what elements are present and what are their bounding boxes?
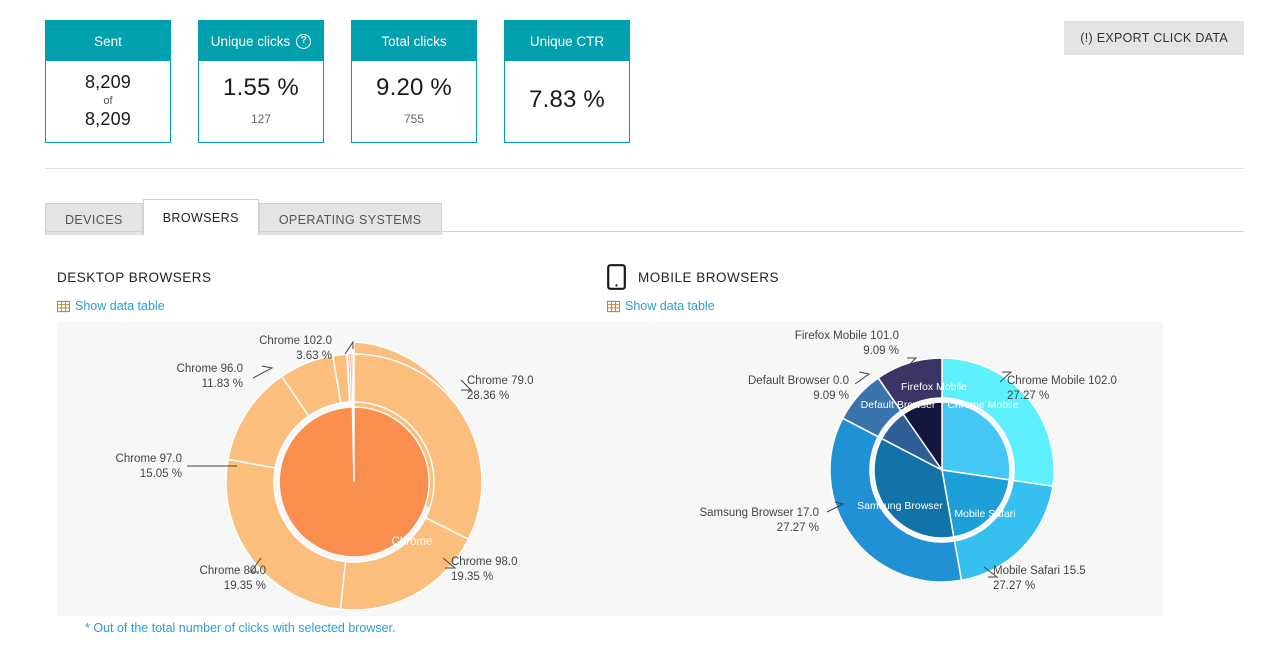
chart-footnote: * Out of the total number of clicks with… — [85, 621, 396, 635]
kpi-total-sent: 8,209 — [84, 108, 132, 129]
annot-value-chrome-79: 28.36 % — [467, 390, 509, 402]
desktop-donut: Chrome Chrome 102.0 3.63 % Chrome 96.0 1… — [116, 335, 533, 611]
kpi-body-total-clicks: 9.20 % 755 — [352, 61, 476, 142]
kpi-sub-unique-clicks: 127 — [250, 111, 272, 126]
kpi-header-total-clicks: Total clicks — [352, 21, 476, 61]
kpi-sub-total-clicks: 755 — [403, 111, 425, 126]
annot-value-mobile-safari-155: 27.27 % — [993, 580, 1035, 592]
annot-label-chrome-97: Chrome 97.0 — [116, 453, 182, 465]
annot-label-chrome-mobile-102: Chrome Mobile 102.0 — [1007, 375, 1117, 387]
desktop-section-title: DESKTOP BROWSERS — [57, 269, 212, 285]
kpi-value-sent: 8,209 — [84, 72, 132, 92]
tab-browsers[interactable]: BROWSERS — [142, 199, 259, 235]
kpi-value-unique-clicks: 1.55 % — [223, 73, 299, 101]
desktop-browsers-chart-panel: Chrome Chrome 102.0 3.63 % Chrome 96.0 1… — [57, 322, 627, 616]
annot-value-chrome-102: 3.63 % — [296, 350, 332, 362]
inner-label-default-browser: Default Browser — [861, 399, 936, 411]
kpi-body-unique-ctr: 7.83 % — [505, 61, 629, 142]
desktop-section-header: DESKTOP BROWSERS — [57, 264, 627, 290]
help-icon[interactable]: ? — [296, 33, 312, 49]
kpi-card-total-clicks: Total clicks 9.20 % 755 — [351, 20, 477, 144]
desktop-inner-ring-slices — [278, 406, 430, 558]
kpi-card-sent: Sent 8,209 of 8,209 — [45, 20, 171, 144]
annot-label-chrome-96: Chrome 96.0 — [177, 363, 243, 375]
kpi-label-sent: Sent — [94, 33, 122, 49]
mobile-browsers-donut-chart: Chrome Mobile Mobile Safari Samsung Brow… — [699, 330, 1117, 592]
inner-slice-chrome[interactable] — [278, 406, 430, 558]
kpi-body-unique-clicks: 1.55 % 127 — [199, 61, 323, 142]
annot-value-chrome-mobile-102: 27.27 % — [1007, 390, 1049, 402]
annot-value-chrome-96: 11.83 % — [202, 378, 243, 390]
kpi-card-unique-clicks: Unique clicks ? 1.55 % 127 — [198, 20, 324, 144]
annot-value-chrome-98: 19.35 % — [451, 571, 493, 583]
inner-label-chrome: Chrome — [392, 536, 433, 548]
kpi-value-unique-ctr: 7.83 % — [529, 85, 605, 113]
click-analytics-page: Sent 8,209 of 8,209 Unique clicks ? 1.55… — [0, 0, 1268, 654]
kpi-card-row: Sent 8,209 of 8,209 Unique clicks ? 1.55… — [45, 20, 630, 144]
annot-label-samsung-browser-17: Samsung Browser 17.0 — [699, 507, 819, 519]
kpi-header-unique-clicks: Unique clicks ? — [199, 21, 323, 61]
annot-value-firefox-mobile-101: 9.09 % — [863, 345, 899, 357]
desktop-show-data-table-label[interactable]: Show data table — [75, 299, 165, 313]
kpi-body-sent: 8,209 of 8,209 — [46, 61, 170, 142]
mobile-section-header: MOBILE BROWSERS — [607, 264, 1207, 290]
kpi-value-total-clicks: 9.20 % — [376, 73, 452, 101]
kpi-header-unique-ctr: Unique CTR — [505, 21, 629, 61]
annot-value-samsung-browser-17: 27.27 % — [777, 522, 819, 534]
kpi-header-sent: Sent — [46, 21, 170, 61]
annot-label-chrome-98: Chrome 98.0 — [451, 556, 517, 568]
annot-label-chrome-80: Chrome 80.0 — [200, 565, 266, 577]
table-grid-icon — [607, 300, 620, 312]
mobile-browsers-section: MOBILE BROWSERS Show data table Chrome M… — [607, 264, 1207, 616]
header-divider — [45, 168, 1244, 169]
annot-value-chrome-80: 19.35 % — [224, 580, 266, 592]
inner-label-firefox-mobile: Firefox Mobile — [901, 381, 967, 393]
mobile-show-data-table[interactable]: Show data table — [607, 299, 1207, 313]
kpi-of-text-sent: of — [103, 94, 113, 107]
mobile-device-icon — [607, 264, 626, 290]
mobile-section-title: MOBILE BROWSERS — [638, 269, 780, 285]
annot-label-chrome-79: Chrome 79.0 — [467, 375, 533, 387]
annot-label-chrome-102: Chrome 102.0 — [259, 335, 332, 347]
kpi-card-unique-ctr: Unique CTR 7.83 % — [504, 20, 630, 144]
inner-label-samsung-browser: Samsung Browser — [857, 500, 943, 512]
kpi-label-unique-ctr: Unique CTR — [529, 33, 605, 49]
inner-label-mobile-safari: Mobile Safari — [954, 508, 1015, 520]
annot-label-firefox-mobile-101: Firefox Mobile 101.0 — [795, 330, 899, 342]
kpi-label-unique-clicks: Unique clicks — [210, 33, 291, 49]
export-click-data-button[interactable]: (!) EXPORT CLICK DATA — [1064, 21, 1244, 55]
annot-label-mobile-safari-155: Mobile Safari 15.5 — [993, 565, 1086, 577]
desktop-browsers-section: DESKTOP BROWSERS Show data table Chrome … — [57, 264, 627, 616]
kpi-label-total-clicks: Total clicks — [381, 33, 447, 49]
annot-label-default-browser-0: Default Browser 0.0 — [748, 375, 849, 387]
desktop-show-data-table[interactable]: Show data table — [57, 299, 627, 313]
annot-value-default-browser-0: 9.09 % — [813, 390, 849, 402]
table-grid-icon — [57, 300, 70, 312]
annot-value-chrome-97: 15.05 % — [140, 468, 182, 480]
mobile-show-data-table-label[interactable]: Show data table — [625, 299, 715, 313]
mobile-browsers-chart-panel: Chrome Mobile Mobile Safari Samsung Brow… — [607, 322, 1163, 616]
analytics-tabs: DEVICES BROWSERS OPERATING SYSTEMS — [45, 198, 442, 235]
